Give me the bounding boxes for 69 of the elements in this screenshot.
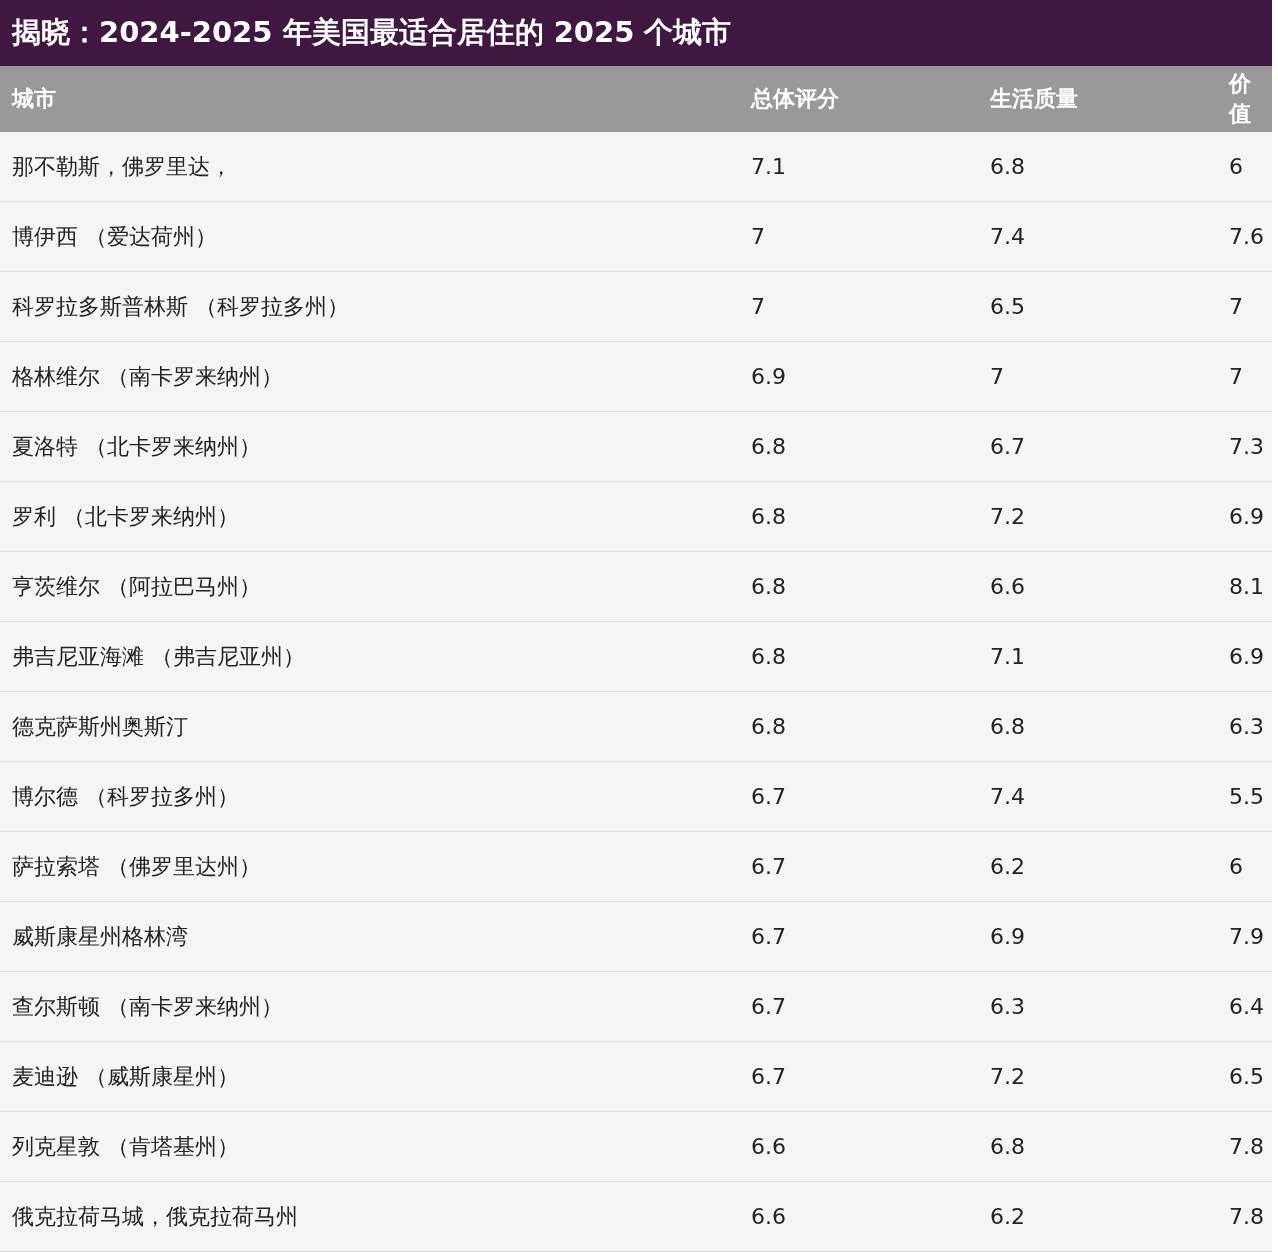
table-cell: 6.7	[751, 1064, 786, 1089]
table-cell: 6.9	[751, 364, 786, 389]
table-cell: 6.7	[751, 994, 786, 1019]
column-header: 城市	[12, 86, 56, 111]
table-cell: 7	[990, 364, 1004, 389]
table-cell: 6.8	[990, 154, 1025, 179]
table-cell: 6	[1229, 854, 1243, 879]
table-cell: 6.9	[990, 924, 1025, 949]
table-cell: 6.9	[1229, 504, 1264, 529]
table-cell: 科罗拉多斯普林斯 （科罗拉多州）	[12, 293, 349, 319]
table-cell: 6.5	[1229, 1064, 1264, 1089]
table-cell: 弗吉尼亚海滩 （弗吉尼亚州）	[12, 643, 305, 669]
table-cell: 6.8	[751, 504, 786, 529]
table-cell: 6.9	[1229, 644, 1264, 669]
table-cell: 7.6	[1229, 224, 1264, 249]
table-cell: 查尔斯顿 （南卡罗来纳州）	[12, 993, 283, 1019]
column-header: 价值	[1229, 71, 1251, 126]
table-cell: 7.1	[990, 644, 1025, 669]
table-cell: 7.8	[1229, 1204, 1264, 1229]
table-cell: 格林维尔 （南卡罗来纳州）	[12, 363, 283, 389]
table-cell: 7.9	[1229, 924, 1264, 949]
table-cell: 6.5	[990, 294, 1025, 319]
column-header: 生活质量	[990, 86, 1078, 111]
table-cell: 7.1	[751, 154, 786, 179]
table-cell: 6.3	[990, 994, 1025, 1019]
table-cell: 6.3	[1229, 714, 1264, 739]
table-cell: 7.4	[990, 784, 1025, 809]
table-cell: 列克星敦 （肯塔基州）	[12, 1133, 239, 1159]
table-cell: 罗利 （北卡罗来纳州）	[12, 503, 239, 529]
table-cell: 萨拉索塔 （佛罗里达州）	[12, 853, 261, 879]
table-cell: 6.8	[990, 714, 1025, 739]
table-cell: 6	[1229, 154, 1243, 179]
table-cell: 俄克拉荷马城，俄克拉荷马州	[12, 1203, 298, 1229]
table-cell: 5.5	[1229, 784, 1264, 809]
table-cell: 6.8	[751, 644, 786, 669]
table-cell: 6.7	[751, 784, 786, 809]
table-cell: 博伊西 （爱达荷州）	[12, 223, 217, 249]
page-title: 揭晓：2024-2025 年美国最适合居住的 2025 个城市	[12, 14, 732, 51]
table-cell: 6.8	[990, 1134, 1025, 1159]
table-cell: 夏洛特 （北卡罗来纳州）	[12, 433, 261, 459]
table-cell: 威斯康星州格林湾	[12, 923, 188, 949]
table-cell: 7.4	[990, 224, 1025, 249]
table-cell: 7	[751, 294, 765, 319]
table-cell: 6.2	[990, 854, 1025, 879]
table-cell: 麦迪逊 （威斯康星州）	[12, 1063, 239, 1089]
table-cell: 6.8	[751, 574, 786, 599]
table-cell: 那不勒斯，佛罗里达，	[12, 153, 232, 179]
table-cell: 7.2	[990, 1064, 1025, 1089]
table-cell: 6.8	[751, 714, 786, 739]
table-cell: 6.8	[751, 434, 786, 459]
table-cell: 6.7	[751, 854, 786, 879]
table-cell: 8.1	[1229, 574, 1264, 599]
column-header: 总体评分	[751, 86, 839, 111]
table-cell: 7.3	[1229, 434, 1264, 459]
table-cell: 6.2	[990, 1204, 1025, 1229]
table-cell: 6.6	[990, 574, 1025, 599]
table-cell: 6.6	[751, 1204, 786, 1229]
table-cell: 7	[751, 224, 765, 249]
table-cell: 7.8	[1229, 1134, 1264, 1159]
table-cell: 亨茨维尔 （阿拉巴马州）	[12, 573, 261, 599]
table-cell: 德克萨斯州奥斯汀	[12, 713, 188, 739]
table-cell: 6.6	[751, 1134, 786, 1159]
table-cell: 6.7	[990, 434, 1025, 459]
table-cell: 7	[1229, 294, 1243, 319]
table-cell: 6.4	[1229, 994, 1264, 1019]
table-cell: 7	[1229, 364, 1243, 389]
table-cell: 7.2	[990, 504, 1025, 529]
table-cell: 6.7	[751, 924, 786, 949]
table-cell: 博尔德 （科罗拉多州）	[12, 783, 239, 809]
